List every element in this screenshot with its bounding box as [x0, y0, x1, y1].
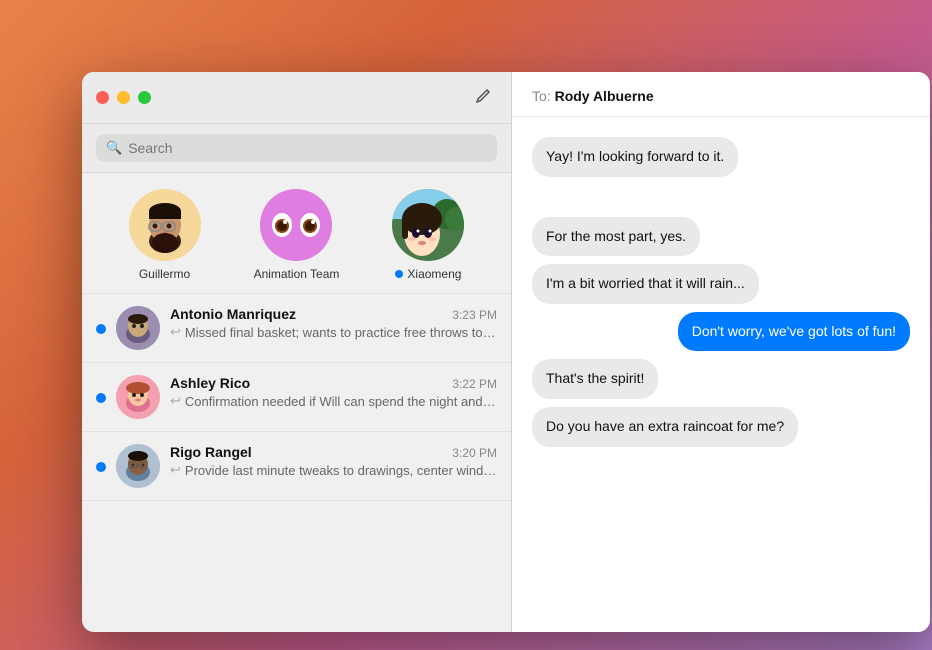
maximize-button[interactable]	[138, 91, 151, 104]
message-2: For the most part, yes.	[532, 217, 700, 257]
avatar-antonio	[116, 306, 160, 350]
conv-preview-text-antonio: Missed final basket; wants to practice f…	[185, 325, 497, 340]
conv-preview-text-ashley: Confirmation needed if Will can spend th…	[185, 394, 497, 409]
close-button[interactable]	[96, 91, 109, 104]
message-6: Do you have an extra raincoat for me?	[532, 407, 798, 447]
guillermo-avatar-svg	[129, 189, 201, 261]
conversation-item-antonio[interactable]: Antonio Manriquez 3:23 PM ↩ Missed final…	[82, 294, 511, 363]
conv-name-rigo: Rigo Rangel	[170, 444, 252, 460]
conversation-item-ashley[interactable]: Ashley Rico 3:22 PM ↩ Confirmation neede…	[82, 363, 511, 432]
message-3: I'm a bit worried that it will rain...	[532, 264, 759, 304]
compose-button[interactable]	[471, 82, 497, 113]
messages-window: 🔍	[82, 72, 930, 632]
chat-to-label: To:	[532, 88, 551, 104]
pinned-contacts: Guillermo	[82, 173, 511, 294]
contact-name-animation-team: Animation Team	[254, 267, 340, 281]
conversation-item-rigo[interactable]: Rigo Rangel 3:20 PM ↩ Provide last minut…	[82, 432, 511, 501]
minimize-button[interactable]	[117, 91, 130, 104]
message-5: That's the spirit!	[532, 359, 658, 399]
contact-name-xiaomeng-wrapper: Xiaomeng	[395, 267, 461, 281]
conv-name-ashley: Ashley Rico	[170, 375, 250, 391]
conv-time-ashley: 3:22 PM	[452, 377, 497, 391]
avatar-animation-team	[260, 189, 332, 261]
unread-dot-ashley	[96, 393, 106, 403]
message-4: Don't worry, we've got lots of fun!	[678, 312, 910, 352]
conv-preview-ashley: ↩ Confirmation needed if Will can spend …	[170, 393, 497, 409]
search-input[interactable]	[128, 140, 487, 156]
conv-header-antonio: Antonio Manriquez 3:23 PM	[170, 306, 497, 322]
search-bar: 🔍	[82, 124, 511, 173]
contact-name-xiaomeng: Xiaomeng	[407, 267, 461, 281]
avatar-guillermo	[129, 189, 201, 261]
contact-pin-xiaomeng[interactable]: Xiaomeng	[392, 189, 464, 281]
xiaomeng-avatar-svg	[392, 189, 464, 261]
conv-info-rigo: Rigo Rangel 3:20 PM ↩ Provide last minut…	[170, 444, 497, 478]
unread-dot-rigo	[96, 462, 106, 472]
contact-name-guillermo: Guillermo	[139, 267, 190, 281]
chat-area: To: Rody Albuerne Yay! I'm looking forwa…	[512, 72, 930, 632]
online-dot-xiaomeng	[395, 270, 403, 278]
avatar-rigo	[116, 444, 160, 488]
chat-messages: Yay! I'm looking forward to it. For the …	[512, 117, 930, 632]
conv-time-rigo: 3:20 PM	[452, 446, 497, 460]
conv-time-antonio: 3:23 PM	[452, 308, 497, 322]
avatar-xiaomeng	[392, 189, 464, 261]
conv-info-antonio: Antonio Manriquez 3:23 PM ↩ Missed final…	[170, 306, 497, 340]
conversation-list: Antonio Manriquez 3:23 PM ↩ Missed final…	[82, 294, 511, 632]
conv-header-ashley: Ashley Rico 3:22 PM	[170, 375, 497, 391]
message-1: Yay! I'm looking forward to it.	[532, 137, 738, 177]
search-input-wrapper[interactable]: 🔍	[96, 134, 497, 162]
search-icon: 🔍	[106, 140, 122, 156]
conv-info-ashley: Ashley Rico 3:22 PM ↩ Confirmation neede…	[170, 375, 497, 409]
contact-pin-animation-team[interactable]: Animation Team	[254, 189, 340, 281]
conv-name-antonio: Antonio Manriquez	[170, 306, 296, 322]
conv-header-rigo: Rigo Rangel 3:20 PM	[170, 444, 497, 460]
conv-preview-rigo: ↩ Provide last minute tweaks to drawings…	[170, 462, 497, 478]
animation-team-avatar-svg	[260, 189, 332, 261]
window-controls	[96, 91, 151, 104]
conv-preview-antonio: ↩ Missed final basket; wants to practice…	[170, 324, 497, 340]
sidebar: 🔍	[82, 72, 512, 632]
conv-preview-text-rigo: Provide last minute tweaks to drawings, …	[185, 463, 497, 478]
compose-icon	[475, 86, 493, 104]
chat-header: To: Rody Albuerne	[512, 72, 930, 117]
contact-pin-guillermo[interactable]: Guillermo	[129, 189, 201, 281]
titlebar	[82, 72, 511, 124]
chat-recipient-name: Rody Albuerne	[555, 88, 654, 104]
avatar-ashley	[116, 375, 160, 419]
unread-dot-antonio	[96, 324, 106, 334]
